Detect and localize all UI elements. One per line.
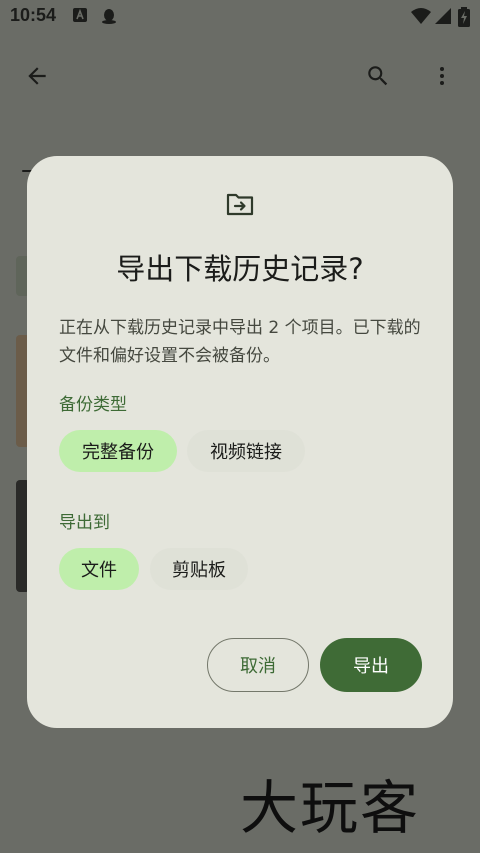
chip-full-backup[interactable]: 完整备份 — [59, 430, 177, 472]
chip-video-links[interactable]: 视频链接 — [187, 430, 305, 472]
status-bar: 10:54 — [0, 0, 480, 34]
more-vert-icon — [440, 67, 444, 85]
wifi-icon — [411, 8, 431, 24]
export-button[interactable]: 导出 — [320, 638, 422, 692]
search-icon — [368, 66, 388, 86]
folder-export-icon — [226, 193, 254, 216]
app-bar — [0, 48, 480, 104]
chip-clipboard[interactable]: 剪贴板 — [150, 548, 248, 590]
back-button[interactable] — [21, 60, 53, 92]
dialog-title: 导出下载历史记录? — [116, 252, 364, 286]
watermark-text: 大玩客 — [240, 774, 421, 842]
export-to-label: 导出到 — [59, 513, 110, 533]
search-button[interactable] — [362, 60, 394, 92]
dialog-message: 正在从下载历史记录中导出 2 个项目。已下载的文件和偏好设置不会被备份。 — [59, 318, 421, 366]
chip-file[interactable]: 文件 — [59, 548, 139, 590]
signal-icon — [435, 8, 451, 24]
export-dialog: 导出下载历史记录? 正在从下载历史记录中导出 2 个项目。已下载的文件和偏好设置… — [27, 156, 453, 728]
status-time: 10:54 — [10, 5, 57, 25]
cancel-button[interactable]: 取消 — [207, 638, 309, 692]
more-options-button[interactable] — [426, 60, 458, 92]
battery-charging-icon — [458, 7, 470, 27]
backup-type-label: 备份类型 — [59, 395, 127, 415]
notification-qq-icon — [102, 9, 116, 24]
back-arrow-icon — [28, 67, 46, 85]
notification-a-icon — [73, 8, 87, 22]
